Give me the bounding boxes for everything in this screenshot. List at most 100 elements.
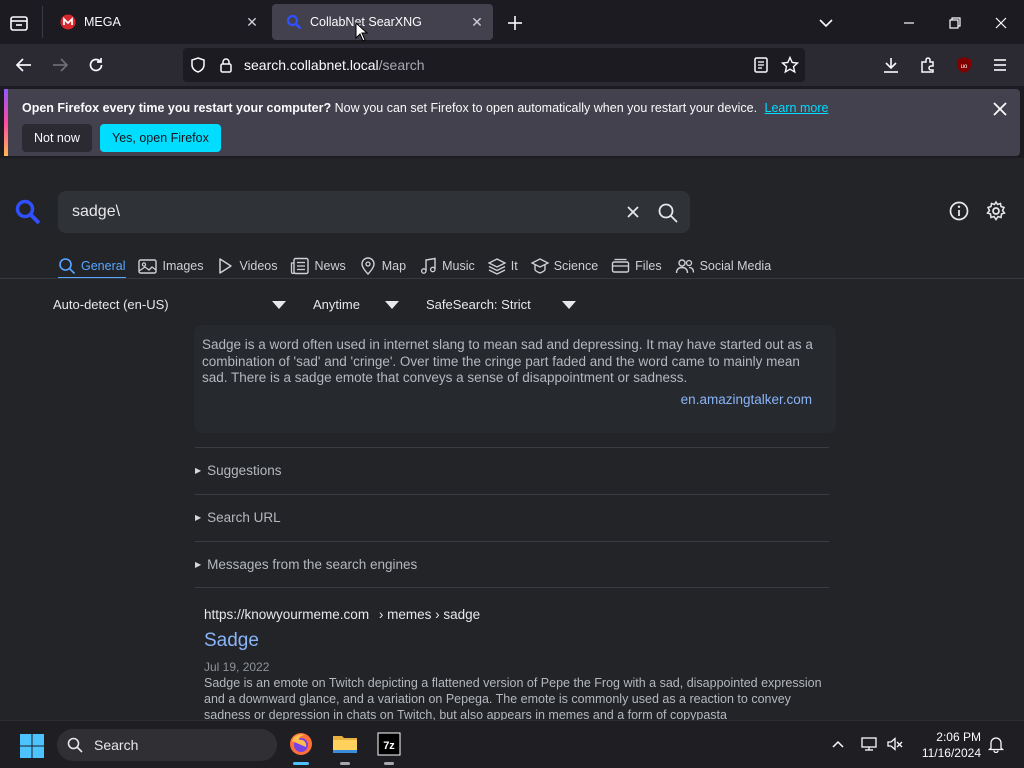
- graduation-cap-icon: [530, 258, 549, 274]
- network-icon[interactable]: [860, 735, 878, 753]
- not-now-button[interactable]: Not now: [22, 124, 92, 152]
- default-browser-notification: Open Firefox every time you restart your…: [4, 89, 1020, 156]
- system-clock[interactable]: 2:06 PM 11/16/2024: [922, 729, 981, 761]
- forward-icon[interactable]: [46, 51, 74, 79]
- files-icon: [611, 258, 630, 273]
- searxng-logo-icon[interactable]: [14, 198, 42, 226]
- search-query[interactable]: sadge\: [72, 203, 120, 221]
- tab-science[interactable]: Science: [530, 254, 599, 278]
- triangle-right-icon: ▶: [195, 560, 202, 569]
- downloads-icon[interactable]: [877, 51, 905, 79]
- result-title-link[interactable]: Sadge: [204, 630, 259, 652]
- restore-icon[interactable]: [944, 12, 966, 34]
- answer-box: Sadge is a word often used in internet s…: [194, 325, 836, 433]
- chevron-up-icon[interactable]: [830, 736, 846, 752]
- search-submit-icon[interactable]: [657, 202, 679, 224]
- close-icon[interactable]: [990, 99, 1010, 119]
- tab-news[interactable]: News: [290, 254, 346, 278]
- shield-icon[interactable]: [189, 56, 207, 74]
- mouse-cursor-icon: [355, 22, 369, 42]
- triangle-right-icon: ▶: [195, 466, 202, 475]
- tab-label: Science: [553, 259, 599, 273]
- windows-taskbar: Search 7z 2:06 PM 11/16/2024: [0, 720, 1024, 768]
- minimize-icon[interactable]: [898, 12, 920, 34]
- list-all-tabs-icon[interactable]: [8, 12, 30, 34]
- tab-collabnet-searxng[interactable]: CollabNet SearXNG ✕: [272, 4, 493, 40]
- chevron-down-icon[interactable]: [815, 12, 837, 34]
- tab-label: Social Media: [699, 259, 772, 273]
- tab-label: Music: [442, 259, 475, 273]
- search-url-toggle[interactable]: ▶ Search URL: [195, 510, 281, 525]
- language-select[interactable]: Auto-detect (en-US): [53, 297, 169, 312]
- users-icon: [675, 259, 694, 274]
- search-input[interactable]: sadge\: [58, 191, 690, 233]
- answer-source-link[interactable]: en.amazingtalker.com: [681, 392, 812, 407]
- close-tab-icon[interactable]: ✕: [469, 14, 485, 30]
- time-range-select[interactable]: Anytime: [313, 297, 360, 312]
- active-app-indicator: [293, 762, 309, 765]
- tab-social-media[interactable]: Social Media: [675, 254, 772, 278]
- music-icon: [421, 257, 436, 274]
- url-host: search.collabnet.local: [244, 57, 379, 73]
- url-text[interactable]: search.collabnet.local/search: [244, 57, 425, 73]
- tab-strip: MEGA ✕ CollabNet SearXNG ✕: [0, 0, 1024, 44]
- yes-open-firefox-button[interactable]: Yes, open Firefox: [100, 124, 221, 152]
- svg-text:uo: uo: [961, 64, 968, 70]
- reload-icon[interactable]: [82, 51, 110, 79]
- lock-icon[interactable]: [217, 56, 235, 74]
- caret-down-icon[interactable]: [562, 301, 576, 309]
- result-url[interactable]: https://knowyourmeme.com › memes › sadge: [204, 607, 480, 622]
- firefox-taskbar-icon[interactable]: [284, 727, 318, 765]
- tab-files[interactable]: Files: [611, 254, 662, 278]
- divider: [195, 447, 829, 448]
- tab-map[interactable]: Map: [359, 254, 406, 278]
- notification-bell-icon[interactable]: [987, 735, 1005, 753]
- navigation-toolbar: search.collabnet.local/search uo: [0, 44, 1024, 86]
- tab-label: Videos: [239, 259, 278, 273]
- hamburger-menu-icon[interactable]: [986, 51, 1014, 79]
- mega-logo-icon: [60, 14, 76, 30]
- running-app-indicator: [340, 762, 350, 765]
- tab-label: Map: [381, 259, 407, 273]
- tab-title: MEGA: [84, 15, 121, 29]
- result-breadcrumb: › memes › sadge: [378, 607, 481, 622]
- tab-videos[interactable]: Videos: [216, 254, 277, 278]
- ublock-origin-icon[interactable]: uo: [950, 51, 978, 79]
- svg-text:7z: 7z: [383, 740, 395, 752]
- layers-icon: [487, 258, 506, 275]
- tab-general[interactable]: General: [58, 254, 125, 278]
- clock-date: 11/16/2024: [921, 746, 981, 760]
- section-label: Search URL: [207, 510, 281, 525]
- engine-messages-toggle[interactable]: ▶ Messages from the search engines: [195, 557, 417, 572]
- new-tab-icon[interactable]: [504, 12, 526, 34]
- caret-down-icon[interactable]: [272, 301, 286, 309]
- reader-view-icon[interactable]: [752, 56, 770, 74]
- volume-muted-icon[interactable]: [886, 735, 904, 753]
- tab-label: News: [314, 259, 346, 273]
- caret-down-icon[interactable]: [385, 301, 399, 309]
- gear-icon[interactable]: [985, 200, 1007, 222]
- windows-start-icon[interactable]: [19, 733, 45, 759]
- tab-label: It: [510, 259, 518, 273]
- taskbar-search[interactable]: Search: [57, 729, 277, 761]
- file-explorer-taskbar-icon[interactable]: [328, 727, 362, 765]
- safesearch-select[interactable]: SafeSearch: Strict: [426, 297, 531, 312]
- tab-mega[interactable]: MEGA ✕: [46, 4, 268, 40]
- bookmark-star-icon[interactable]: [781, 56, 799, 74]
- learn-more-link[interactable]: Learn more: [765, 101, 829, 115]
- close-window-icon[interactable]: [990, 12, 1012, 34]
- address-bar[interactable]: search.collabnet.local/search: [183, 48, 805, 82]
- info-icon[interactable]: [948, 200, 970, 222]
- tab-it[interactable]: It: [487, 254, 518, 278]
- close-tab-icon[interactable]: ✕: [244, 14, 260, 30]
- tab-images[interactable]: Images: [138, 254, 203, 278]
- tab-music[interactable]: Music: [419, 254, 475, 278]
- clear-search-icon[interactable]: [624, 203, 642, 221]
- tab-label: Files: [635, 259, 662, 273]
- suggestions-toggle[interactable]: ▶ Suggestions: [195, 463, 281, 478]
- category-tabs: General Images Videos News Map Music It: [58, 254, 784, 278]
- extensions-icon[interactable]: [914, 51, 942, 79]
- back-icon[interactable]: [10, 51, 38, 79]
- 7zip-taskbar-icon[interactable]: 7z: [372, 727, 406, 765]
- tab-separator: [42, 6, 43, 38]
